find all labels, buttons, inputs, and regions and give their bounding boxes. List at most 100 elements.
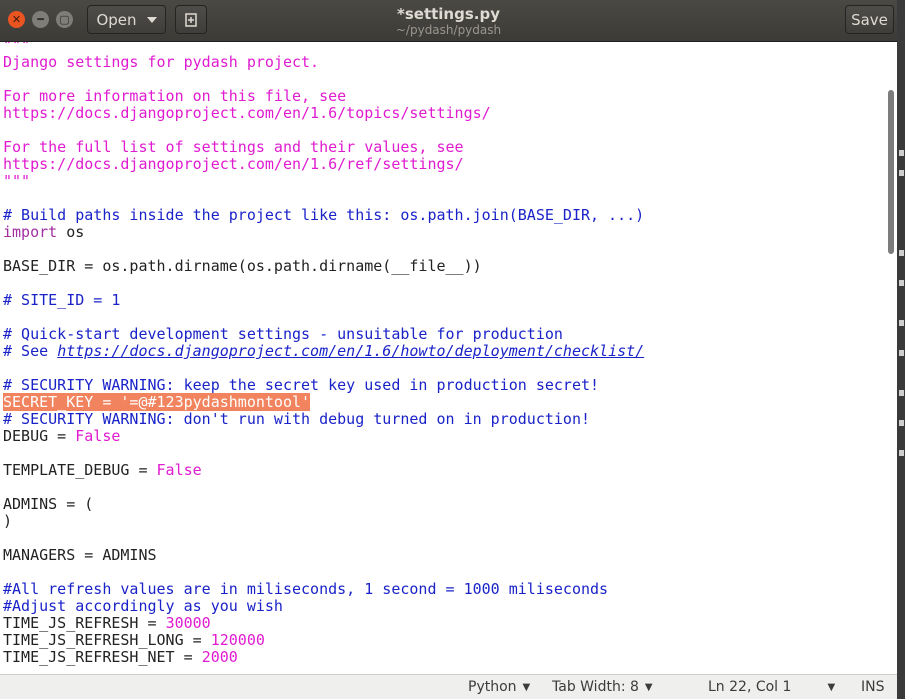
code-token: 120000 [210, 631, 265, 649]
code-line: # See https://docs.djangoproject.com/en/… [3, 343, 644, 360]
minimize-window-button[interactable]: ━ [32, 11, 49, 28]
document-path: ~/pydash/pydash [395, 23, 502, 37]
code-line: import os [3, 224, 644, 241]
code-line: Django settings for pydash project. [3, 54, 644, 71]
code-token: # SECURITY WARNING: keep the secret key … [3, 376, 600, 394]
cursor-position-label: Ln 22, Col 1 [708, 679, 792, 695]
maximize-icon: ▢ [59, 13, 70, 26]
code-token: False [156, 461, 202, 479]
code-line: For the full list of settings and their … [3, 139, 644, 156]
code-token: For more information on this file, see [3, 87, 347, 105]
code-token: TIME_JS_REFRESH_LONG = [3, 631, 211, 649]
header-bar: ✕ ━ ▢ Open *settings.py ~/pydash/pydash … [0, 0, 897, 42]
code-token: #Adjust accordingly as you wish [3, 597, 283, 615]
language-label: Python [468, 679, 517, 695]
code-token: SECRET_KEY = '=@#123pydashmontool' [3, 393, 311, 411]
code-token: # Build paths inside the project like th… [3, 206, 645, 224]
background-window-edge [897, 0, 905, 699]
minimize-icon: ━ [37, 13, 44, 26]
code-line: # SITE_ID = 1 [3, 292, 644, 309]
save-button[interactable]: Save [845, 5, 894, 34]
code-token: # SITE_ID = 1 [3, 291, 121, 309]
document-title: *settings.py [397, 5, 500, 23]
code-line: # SECURITY WARNING: don't run with debug… [3, 411, 644, 428]
code-token: BASE_DIR = os.path.dirname(os.path.dirna… [3, 257, 482, 275]
code-line: SECRET_KEY = '=@#123pydashmontool' [3, 393, 644, 411]
code-token: False [75, 427, 121, 445]
title-area: *settings.py ~/pydash/pydash [300, 5, 597, 37]
code-token: 2000 [201, 648, 238, 666]
code-token: import [3, 223, 58, 241]
code-token: ADMINS = ( [3, 495, 94, 513]
code-token: For the full list of settings and their … [3, 138, 464, 156]
code-token: # See [3, 342, 58, 360]
code-token: Django settings for pydash project. [3, 53, 320, 71]
status-bar: Python ▼ Tab Width: 8 ▼ Ln 22, Col 1 ▼ I… [0, 674, 897, 699]
code-line: # Quick-start development settings - uns… [3, 326, 644, 343]
dropdown-arrow-icon [146, 16, 157, 23]
code-line: ADMINS = ( [3, 496, 644, 513]
code-token: # Quick-start development settings - uns… [3, 325, 563, 343]
code-line: TIME_JS_REFRESH = 30000 [3, 615, 644, 632]
tab-width-selector[interactable]: Tab Width: 8 ▼ [552, 679, 653, 695]
code-line: """ [3, 173, 644, 190]
open-button[interactable]: Open [87, 5, 166, 34]
code-line: # SECURITY WARNING: keep the secret key … [3, 377, 644, 394]
code-line: MANAGERS = ADMINS [3, 547, 644, 564]
code-line: For more information on this file, see [3, 88, 644, 105]
code-token: MANAGERS = ADMINS [3, 546, 157, 564]
insert-mode-indicator[interactable]: INS [861, 679, 885, 695]
maximize-window-button[interactable]: ▢ [56, 11, 73, 28]
code-line: TEMPLATE_DEBUG = False [3, 462, 644, 479]
code-token: https://docs.djangoproject.com/en/1.6/ho… [57, 342, 645, 360]
code-token: ) [3, 512, 13, 530]
new-document-button[interactable] [175, 5, 207, 34]
code-token: """ [3, 172, 31, 190]
vertical-scrollbar[interactable] [888, 90, 894, 254]
code-token: TEMPLATE_DEBUG = [3, 461, 157, 479]
insert-mode-label: INS [861, 679, 885, 695]
code-token: DEBUG = [3, 427, 76, 445]
chevron-down-icon: ▼ [522, 681, 531, 693]
close-window-button[interactable]: ✕ [8, 11, 25, 28]
cursor-position-selector[interactable]: Ln 22, Col 1 ▼ [708, 679, 835, 695]
code-token: #All refresh values are in miliseconds, … [3, 580, 609, 598]
chevron-down-icon: ▼ [827, 681, 836, 693]
code-line: https://docs.djangoproject.com/en/1.6/to… [3, 105, 644, 122]
code-line: #All refresh values are in miliseconds, … [3, 581, 644, 598]
code-token: https://docs.djangoproject.com/en/1.6/re… [3, 155, 464, 173]
gedit-window: ✕ ━ ▢ Open *settings.py ~/pydash/pydash … [0, 0, 897, 699]
new-tab-icon [185, 12, 197, 27]
code-token: TIME_JS_REFRESH = [3, 614, 166, 632]
code-line: TIME_JS_REFRESH_LONG = 120000 [3, 632, 644, 649]
code-line: DEBUG = False [3, 428, 644, 445]
code-line: BASE_DIR = os.path.dirname(os.path.dirna… [3, 258, 644, 275]
code-token: 30000 [165, 614, 211, 632]
code-line: TIME_JS_REFRESH_NET = 2000 [3, 649, 644, 666]
code-token: https://docs.djangoproject.com/en/1.6/to… [3, 104, 491, 122]
language-selector[interactable]: Python ▼ [468, 679, 530, 695]
code-line: # Build paths inside the project like th… [3, 207, 644, 224]
code-line: ) [3, 513, 644, 530]
open-button-label: Open [96, 10, 137, 29]
code-token: # SECURITY WARNING: don't run with debug… [3, 410, 590, 428]
code-token: TIME_JS_REFRESH_NET = [3, 648, 202, 666]
code-token: os [57, 223, 85, 241]
code-view[interactable]: """ Django settings for pydash project. F… [3, 42, 644, 666]
code-line: #Adjust accordingly as you wish [3, 598, 644, 615]
chevron-down-icon: ▼ [644, 681, 653, 693]
close-icon: ✕ [11, 13, 22, 26]
text-editor[interactable]: """ Django settings for pydash project. F… [0, 42, 897, 674]
code-line: https://docs.djangoproject.com/en/1.6/re… [3, 156, 644, 173]
tab-width-label: Tab Width: 8 [552, 679, 639, 695]
